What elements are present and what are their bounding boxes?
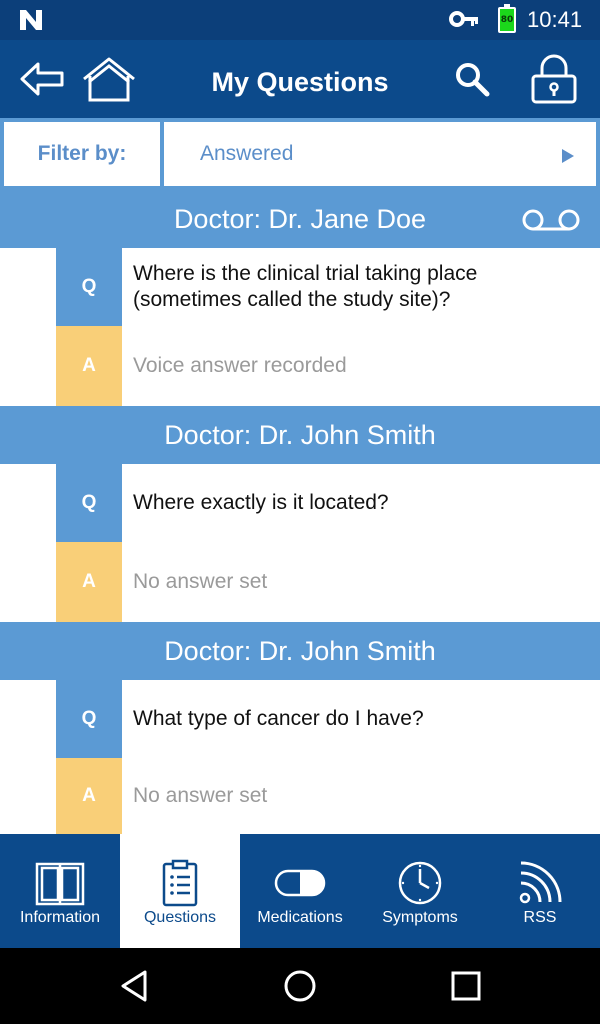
clipboard-list-icon xyxy=(162,859,198,907)
question-row[interactable]: Q Where exactly is it located? xyxy=(0,464,600,542)
clock-icon xyxy=(398,861,442,905)
answer-row[interactable]: A Voice answer recorded xyxy=(0,326,600,406)
question-badge: Q xyxy=(56,680,122,758)
bottom-tab-bar: Information Questions Medications Sympto… xyxy=(0,834,600,948)
status-bar: 80 10:41 xyxy=(0,0,600,40)
filter-value: Answered xyxy=(200,142,294,165)
answer-badge: A xyxy=(56,542,122,622)
filter-dropdown[interactable]: Answered xyxy=(164,122,596,186)
answer-row[interactable]: A No answer set xyxy=(0,542,600,622)
home-button[interactable] xyxy=(80,40,138,118)
system-nav-bar xyxy=(0,948,600,1024)
home-icon xyxy=(83,57,135,102)
book-icon xyxy=(35,862,85,906)
arrow-left-icon xyxy=(20,62,64,96)
answer-badge: A xyxy=(56,758,122,834)
answer-text: No answer set xyxy=(133,570,268,593)
filter-label: Filter by: xyxy=(4,122,160,186)
doctor-name: Doctor: Dr. John Smith xyxy=(164,636,436,666)
battery-icon: 80 xyxy=(498,4,516,33)
tab-medications[interactable]: Medications xyxy=(240,834,360,948)
doctor-header: Doctor: Dr. John Smith xyxy=(0,622,600,680)
doctor-header: Doctor: Dr. John Smith xyxy=(0,406,600,464)
tab-questions[interactable]: Questions xyxy=(120,834,240,948)
tab-label: Medications xyxy=(257,909,343,926)
voicemail-icon[interactable] xyxy=(522,208,580,232)
question-badge: Q xyxy=(56,248,122,326)
nav-recents-icon[interactable] xyxy=(446,966,486,1006)
page-title: My Questions xyxy=(211,67,389,97)
filter-row: Filter by: Answered xyxy=(0,118,600,190)
search-button[interactable] xyxy=(448,40,496,118)
nav-back-icon[interactable] xyxy=(115,966,155,1006)
notification-logo-icon xyxy=(20,10,42,30)
question-badge: Q xyxy=(56,464,122,542)
doctor-header: Doctor: Dr. Jane Doe xyxy=(0,190,600,248)
tab-label: RSS xyxy=(523,909,557,926)
lock-icon xyxy=(531,54,577,104)
vpn-key-icon xyxy=(449,11,478,27)
pill-icon xyxy=(274,869,326,897)
search-icon xyxy=(456,63,490,97)
question-text: What type of cancer do I have? xyxy=(133,707,424,730)
nav-home-icon[interactable] xyxy=(280,966,320,1006)
question-row[interactable]: Q What type of cancer do I have? xyxy=(0,680,600,758)
answer-text: Voice answer recorded xyxy=(133,354,347,377)
tab-label: Symptoms xyxy=(382,909,458,926)
question-row[interactable]: Q Where is the clinical trial taking pla… xyxy=(0,248,600,326)
tab-information[interactable]: Information xyxy=(0,834,120,948)
tab-label: Questions xyxy=(143,909,217,926)
app-bar: My Questions xyxy=(0,40,600,118)
tab-rss[interactable]: RSS xyxy=(480,834,600,948)
clock-time: 10:41 xyxy=(527,7,583,32)
answer-badge: A xyxy=(56,326,122,406)
answer-text: No answer set xyxy=(133,784,268,807)
question-text: Where is the clinical trial taking place… xyxy=(133,262,478,311)
doctor-name: Doctor: Dr. John Smith xyxy=(164,420,436,450)
lock-button[interactable] xyxy=(524,40,584,118)
question-text: Where exactly is it located? xyxy=(133,491,389,514)
tab-label: Information xyxy=(19,909,101,926)
rss-icon xyxy=(519,861,562,904)
answer-row[interactable]: A No answer set xyxy=(0,758,600,834)
dropdown-arrow-icon xyxy=(562,149,574,163)
doctor-name: Doctor: Dr. Jane Doe xyxy=(173,204,427,234)
back-button[interactable] xyxy=(16,40,68,118)
tab-symptoms[interactable]: Symptoms xyxy=(360,834,480,948)
